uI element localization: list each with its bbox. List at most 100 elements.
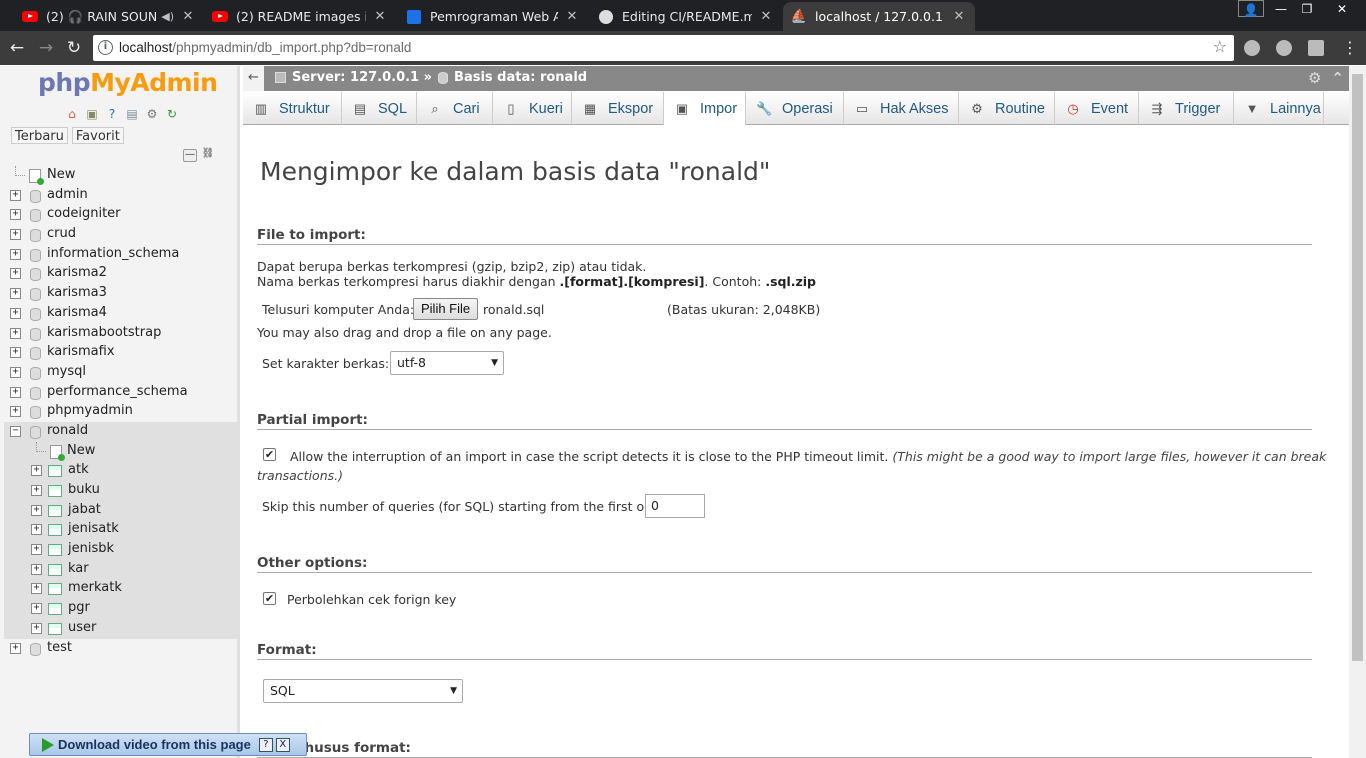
- tree-item-label[interactable]: mysql: [47, 364, 86, 379]
- tree-table-item[interactable]: + jenisbk: [4, 540, 237, 560]
- tree-item-label[interactable]: karismabootstrap: [47, 325, 161, 340]
- tree-database-item[interactable]: + admin: [0, 186, 237, 206]
- restore-icon[interactable]: ❐: [1294, 0, 1320, 18]
- browser-tab[interactable]: Pemrograman Web A ✕: [398, 2, 588, 31]
- info-icon[interactable]: i: [98, 40, 113, 55]
- expand-icon[interactable]: +: [31, 622, 42, 634]
- browser-menu-icon[interactable]: ⋮: [1340, 38, 1360, 58]
- tree-table-item[interactable]: + atk: [4, 461, 237, 481]
- tab-lainnya[interactable]: ▼ Lainnya: [1234, 92, 1324, 125]
- address-bar[interactable]: i localhost/phpmyadmin/db_import.php?db=…: [93, 35, 1234, 61]
- skip-queries-input[interactable]: 0: [645, 494, 705, 518]
- tree-item-label[interactable]: merkatk: [68, 580, 122, 595]
- tree-table-item[interactable]: + user: [4, 618, 237, 639]
- page-settings-icon[interactable]: ⚙: [1308, 69, 1321, 87]
- browser-tab[interactable]: (2) 🎧 RAIN SOUNDS ◀) ✕: [14, 2, 204, 31]
- expand-icon[interactable]: +: [31, 583, 42, 595]
- link-icon[interactable]: ⛓: [201, 149, 215, 162]
- phpmyadmin-logo[interactable]: phpMyAdmin: [38, 68, 218, 97]
- tree-table-item[interactable]: + jenisatk: [4, 520, 237, 541]
- tab-struktur[interactable]: ▥ Struktur: [243, 92, 342, 125]
- tab-cari[interactable]: ⌕ Cari: [417, 92, 493, 125]
- tree-item-label[interactable]: pgr: [68, 600, 90, 615]
- tab-event[interactable]: ◷ Event: [1055, 92, 1139, 125]
- collapse-top-icon[interactable]: ⌃: [1331, 69, 1344, 87]
- expand-icon[interactable]: +: [10, 229, 21, 241]
- tree-item-label[interactable]: karisma3: [47, 285, 107, 300]
- browser-tab-active[interactable]: ⛵ localhost / 127.0.0.1 / ron ✕: [783, 2, 975, 31]
- charset-select[interactable]: utf-8 ▼: [390, 351, 504, 375]
- expand-icon[interactable]: +: [10, 386, 21, 398]
- expand-icon[interactable]: +: [31, 485, 42, 496]
- collapse-nav-icon[interactable]: ←: [243, 66, 264, 91]
- expand-icon[interactable]: +: [10, 189, 21, 201]
- page-scrollbar[interactable]: [1349, 66, 1366, 758]
- bookmark-star-icon[interactable]: ☆: [1213, 37, 1227, 56]
- tree-item-label[interactable]: test: [47, 640, 72, 655]
- help-button[interactable]: ?: [258, 737, 273, 752]
- close-icon[interactable]: ✕: [758, 9, 774, 24]
- tree-database-item[interactable]: + mysql: [0, 363, 237, 383]
- collapse-all-icon[interactable]: —: [183, 149, 197, 162]
- tree-database-item[interactable]: − ronald: [4, 421, 237, 442]
- tree-new-item[interactable]: New: [0, 166, 237, 186]
- tree-database-item[interactable]: + codeigniter: [0, 205, 237, 225]
- tree-item-label[interactable]: jabat: [68, 502, 101, 517]
- tree-table-item[interactable]: + jabat: [4, 500, 237, 521]
- download-video-label[interactable]: Download video from this page: [58, 737, 251, 752]
- extension-icon[interactable]: [1308, 40, 1324, 56]
- close-icon[interactable]: ✕: [180, 9, 196, 24]
- home-icon[interactable]: ⌂: [64, 106, 80, 122]
- tree-item-label[interactable]: jenisatk: [68, 521, 119, 536]
- tree-table-item[interactable]: + pgr: [4, 599, 237, 619]
- expand-icon[interactable]: +: [10, 288, 21, 300]
- tree-item-label[interactable]: kar: [68, 561, 89, 576]
- tab-routine[interactable]: ⚙ Routine: [959, 92, 1055, 125]
- reload-icon[interactable]: ↻: [64, 38, 84, 58]
- scrollbar-thumb[interactable]: [1352, 74, 1363, 661]
- breadcrumb-server[interactable]: Server: 127.0.0.1 »: [292, 70, 432, 85]
- tree-item-label[interactable]: admin: [47, 187, 88, 202]
- tab-operasi[interactable]: 🔧 Operasi: [746, 92, 844, 125]
- tree-table-item[interactable]: + kar: [4, 559, 237, 580]
- expand-icon[interactable]: +: [10, 248, 21, 260]
- tree-item-label[interactable]: atk: [68, 462, 89, 477]
- expand-icon[interactable]: +: [10, 347, 21, 359]
- minimize-icon[interactable]: —: [1268, 0, 1294, 18]
- tree-database-item[interactable]: + crud: [0, 225, 237, 245]
- foreign-key-checkbox[interactable]: ✔: [263, 592, 276, 605]
- forward-icon[interactable]: →: [36, 38, 56, 58]
- browser-tab[interactable]: (2) README images in Gi ✕: [204, 2, 396, 31]
- tree-database-item[interactable]: + phpmyadmin: [0, 402, 237, 422]
- expand-icon[interactable]: +: [10, 327, 21, 339]
- close-button[interactable]: X: [275, 737, 290, 752]
- close-icon[interactable]: ✕: [951, 9, 967, 24]
- extension-icon[interactable]: [1244, 40, 1260, 56]
- expand-icon[interactable]: +: [31, 603, 42, 615]
- tree-database-item[interactable]: + karismafix: [0, 343, 237, 363]
- extension-icon[interactable]: [1276, 40, 1292, 56]
- close-icon[interactable]: ✕: [372, 9, 388, 24]
- tree-item-label[interactable]: karisma4: [47, 305, 107, 320]
- tree-item-label[interactable]: phpmyadmin: [47, 403, 133, 418]
- recent-tab[interactable]: Terbaru: [11, 127, 68, 144]
- breadcrumb-database[interactable]: Basis data: ronald: [454, 70, 587, 85]
- logout-icon[interactable]: ▣: [84, 106, 100, 122]
- tab-trigger[interactable]: ⇶ Trigger: [1139, 92, 1234, 125]
- tree-item-label[interactable]: user: [68, 620, 96, 635]
- expand-icon[interactable]: +: [10, 642, 21, 654]
- tree-database-item[interactable]: + karisma4: [0, 304, 237, 324]
- collapse-icon[interactable]: −: [10, 425, 21, 437]
- tab-ekspor[interactable]: ▦ Ekspor: [572, 92, 664, 125]
- expand-icon[interactable]: +: [31, 544, 42, 556]
- expand-icon[interactable]: +: [10, 366, 21, 378]
- tree-table-item[interactable]: + buku: [4, 481, 237, 501]
- format-select[interactable]: SQL ▼: [263, 679, 463, 703]
- tree-database-item[interactable]: + information_schema: [0, 245, 237, 265]
- tree-item-label[interactable]: New: [47, 167, 75, 182]
- tree-item-label[interactable]: New: [67, 443, 95, 458]
- expand-icon[interactable]: +: [31, 524, 42, 536]
- docs-icon[interactable]: ▤: [124, 106, 140, 122]
- tree-database-item[interactable]: + test: [0, 639, 237, 659]
- settings-gear-icon[interactable]: ⚙: [144, 106, 160, 122]
